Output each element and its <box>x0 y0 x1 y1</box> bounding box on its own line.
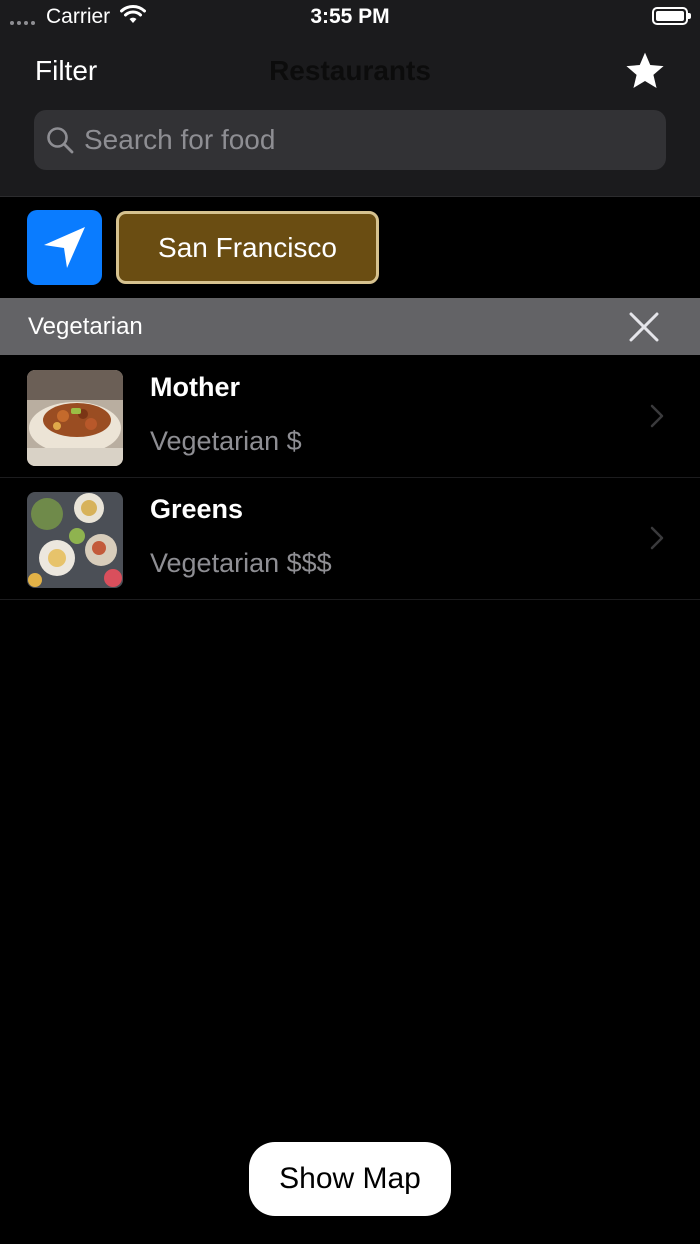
location-arrow-icon <box>44 227 85 268</box>
restaurant-name: Mother <box>150 372 240 402</box>
restaurant-detail: Vegetarian $$$ <box>150 548 332 578</box>
star-icon[interactable] <box>624 50 666 92</box>
search-input[interactable] <box>84 110 644 170</box>
status-bar: Carrier 3:55 PM <box>0 0 700 34</box>
restaurant-photo <box>27 492 123 588</box>
category-filter-bar: Vegetarian <box>0 298 700 355</box>
list-item[interactable]: Mother Vegetarian $ <box>0 356 700 478</box>
navigation-bar: Filter Restaurants <box>0 34 700 197</box>
search-bar[interactable] <box>34 110 666 170</box>
chevron-right-icon <box>650 404 664 428</box>
restaurant-name: Greens <box>150 494 244 524</box>
status-time: 3:55 PM <box>310 5 390 28</box>
current-location-button[interactable] <box>27 210 102 285</box>
restaurant-photo <box>27 370 123 466</box>
battery-icon <box>652 7 691 25</box>
search-icon <box>47 127 74 154</box>
show-map-button[interactable]: Show Map <box>249 1142 451 1216</box>
row-divider <box>0 599 700 600</box>
page-title: Restaurants <box>269 55 431 86</box>
chevron-right-icon <box>650 526 664 550</box>
category-label: Vegetarian <box>28 313 143 340</box>
restaurant-detail: Vegetarian $ <box>150 426 302 456</box>
list-item[interactable]: Greens Vegetarian $$$ <box>0 478 700 600</box>
city-button[interactable]: San Francisco <box>116 211 379 284</box>
close-icon[interactable] <box>628 311 660 343</box>
